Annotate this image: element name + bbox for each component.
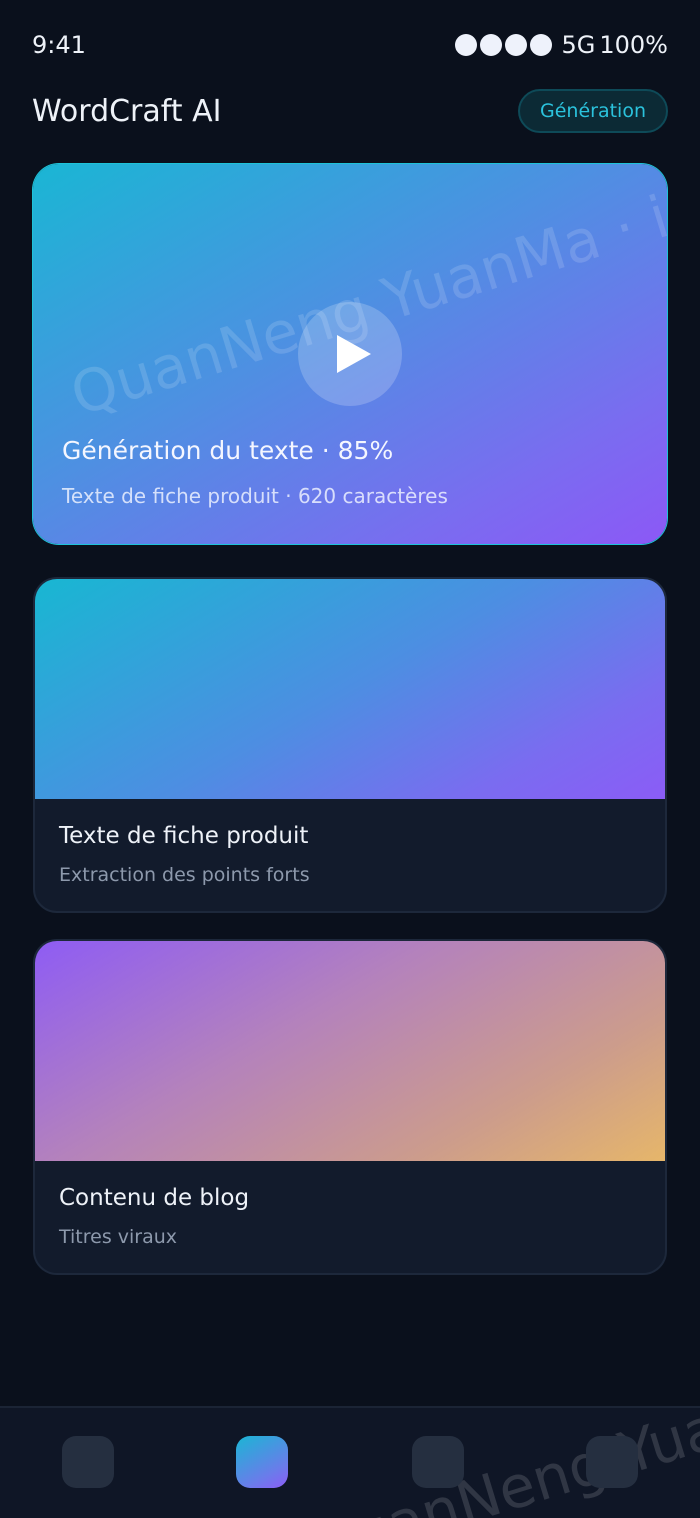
signal-strength-icon — [454, 34, 552, 56]
signal-dot — [504, 34, 527, 56]
card-subtitle: Titres viraux — [59, 1226, 178, 1248]
generation-progress-card[interactable]: QuanNeng YuanMa · in Génération du texte… — [33, 164, 667, 544]
signal-dot — [529, 34, 552, 56]
template-card-product-description[interactable]: Texte de fiche produit Extraction des po… — [33, 577, 667, 913]
bottom-navigation: QuanNeng YuanMa — [0, 1406, 700, 1518]
card-title: Contenu de blog — [59, 1185, 250, 1211]
generation-mode-button[interactable]: Génération — [518, 89, 668, 133]
status-time: 9:41 — [32, 31, 86, 59]
watermark: QuanNeng YuanMa — [300, 1408, 700, 1518]
app-title: WordCraft AI — [32, 93, 222, 129]
status-bar: 9:41 5G 100% — [32, 28, 668, 62]
card-thumbnail — [35, 941, 665, 1161]
app-header: WordCraft AI Génération — [32, 86, 668, 136]
nav-tab-2-active[interactable] — [236, 1436, 288, 1488]
signal-dot — [479, 34, 502, 56]
card-subtitle: Extraction des points forts — [59, 864, 310, 886]
nav-tab-3[interactable] — [412, 1436, 464, 1488]
nav-tab-1[interactable] — [62, 1436, 114, 1488]
signal-dot — [454, 34, 477, 56]
nav-tab-4[interactable] — [586, 1436, 638, 1488]
play-icon — [337, 335, 371, 373]
generation-status-subtitle: Texte de fiche produit · 620 caractères — [62, 484, 448, 508]
network-type: 5G — [561, 31, 596, 59]
card-thumbnail — [35, 579, 665, 799]
generation-status-title: Génération du texte · 85% — [62, 436, 394, 465]
battery-level: 100% — [599, 31, 668, 59]
play-button[interactable] — [298, 302, 402, 406]
template-card-blog-content[interactable]: Contenu de blog Titres viraux — [33, 939, 667, 1275]
card-title: Texte de fiche produit — [59, 823, 309, 849]
status-indicators: 5G 100% — [454, 31, 668, 59]
